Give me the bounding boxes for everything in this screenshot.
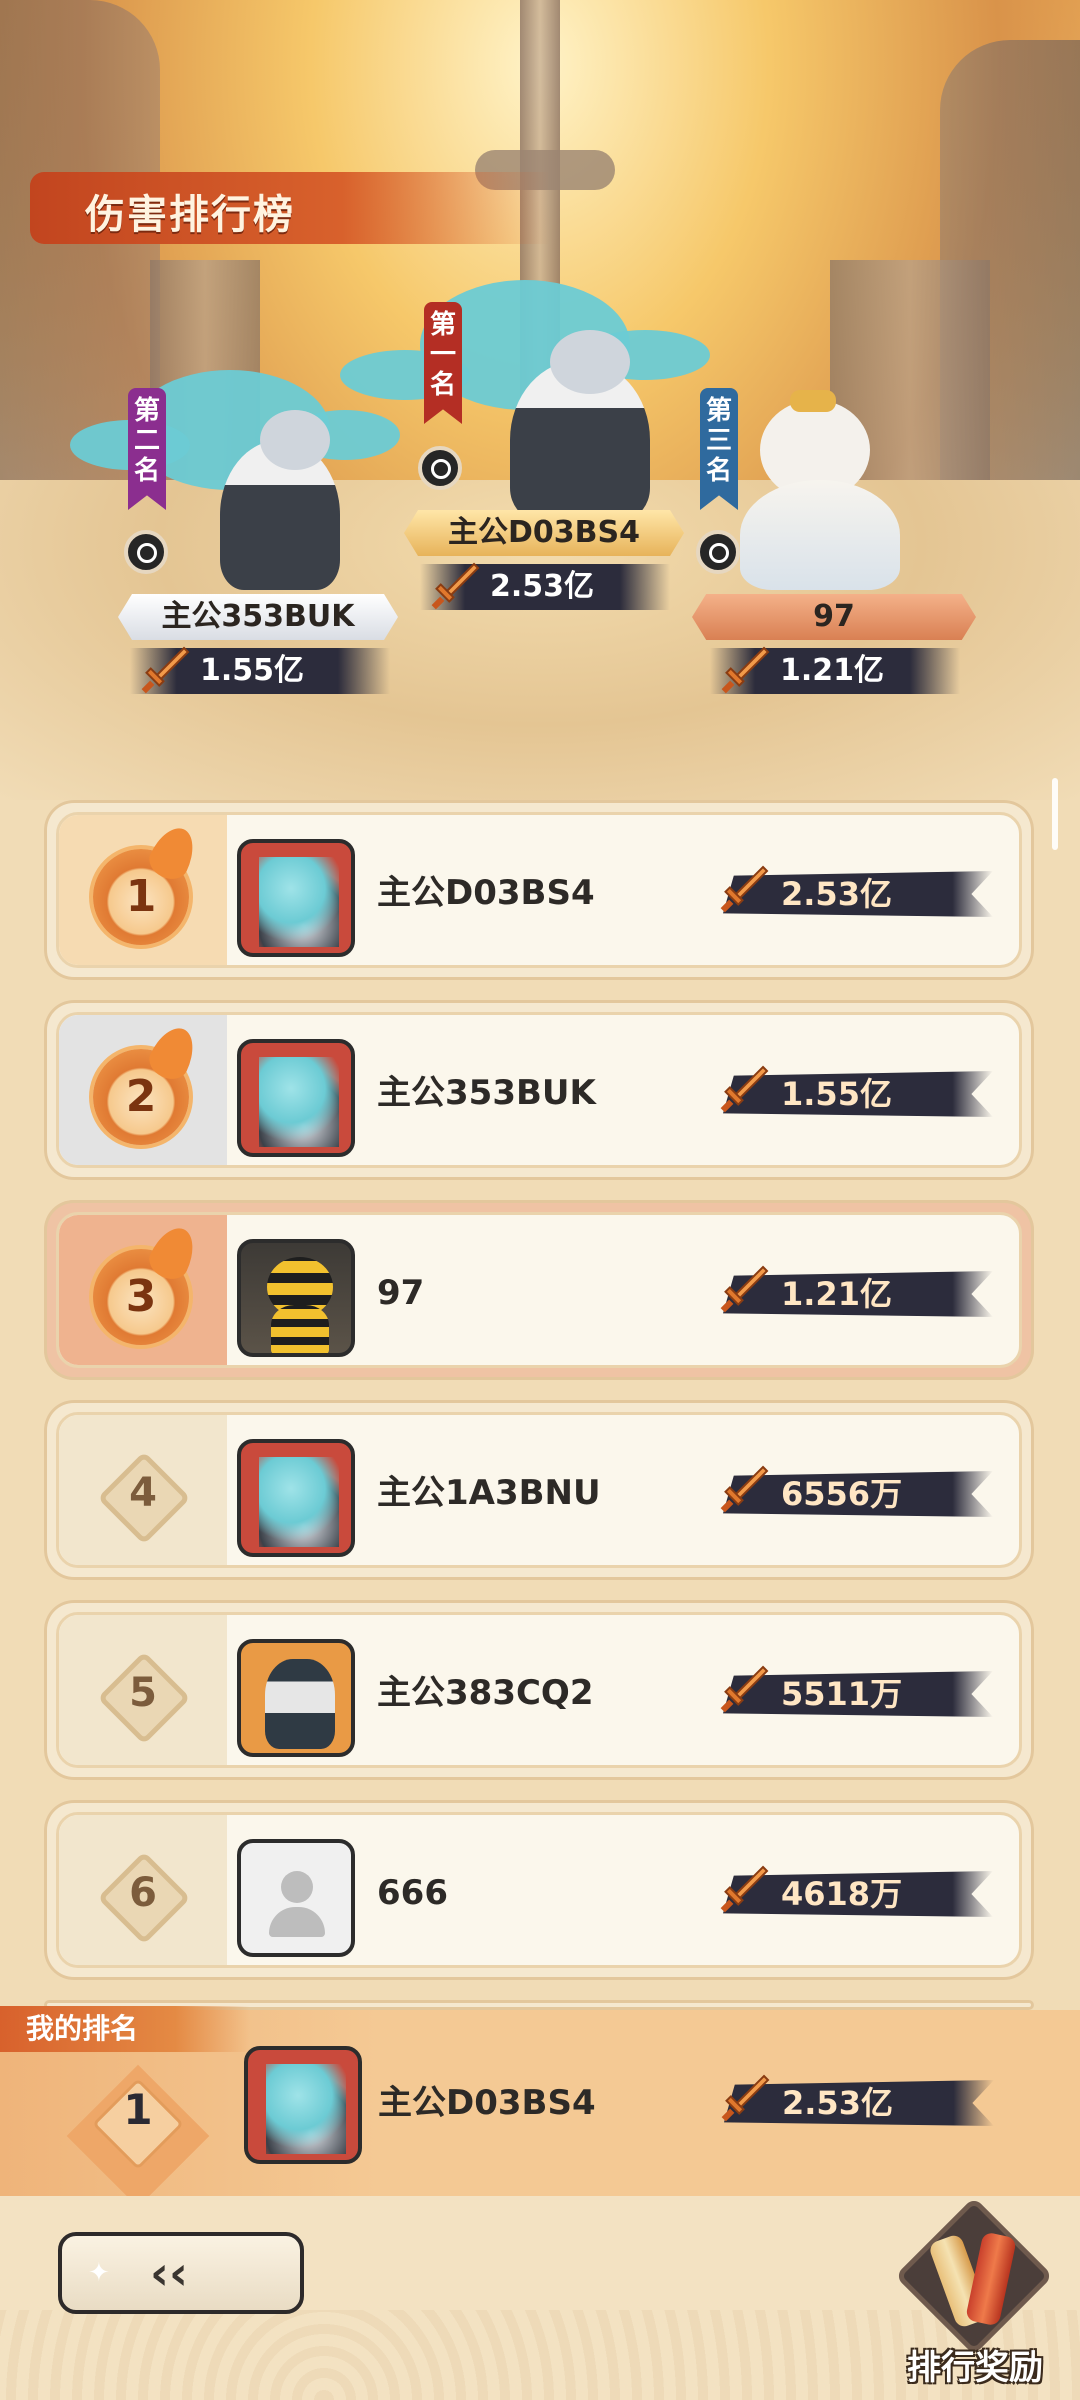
- podium-name-2nd: 主公353BUK: [118, 594, 398, 640]
- rank-cell: 1: [59, 815, 227, 965]
- sword-icon: [721, 646, 770, 694]
- player-name: 97: [377, 1273, 425, 1313]
- player-name: 666: [377, 1873, 448, 1913]
- sword-icon: [141, 646, 190, 694]
- inspect-3rd-magnifier-icon[interactable]: [696, 530, 740, 574]
- podium-character-1st[interactable]: [330, 270, 710, 530]
- ranking-row[interactable]: 6 666 4618万: [44, 1800, 1034, 1980]
- damage-score: 2.53亿: [720, 863, 1019, 923]
- damage-score: 1.21亿: [720, 1263, 1019, 1323]
- rank-flame-badge-icon: 1: [93, 849, 189, 945]
- ranking-row[interactable]: 4 主公1A3BNU 6556万: [44, 1400, 1034, 1580]
- sword-icon: [720, 1865, 769, 1913]
- rank-cell: 3: [59, 1215, 227, 1365]
- podium-score-3rd-text: 1.21亿: [780, 653, 885, 688]
- rank-cell: 5: [59, 1615, 227, 1765]
- damage-score: 6556万: [720, 1463, 1019, 1523]
- default-user-avatar-icon[interactable]: [237, 1839, 355, 1957]
- sword-icon: [720, 1665, 769, 1713]
- place-tag-2nd-text: 第二名: [134, 396, 161, 486]
- back-button[interactable]: ✦ ‹‹: [58, 2232, 304, 2314]
- podium-score-2nd-text: 1.55亿: [200, 653, 305, 688]
- avatar[interactable]: [237, 1039, 355, 1157]
- ranking-rewards-button[interactable]: 排行奖励: [890, 2196, 1060, 2396]
- rank-number: 6: [129, 1870, 157, 1916]
- ranking-row[interactable]: 2 主公353BUK 1.55亿: [44, 1000, 1034, 1180]
- my-score-value: 2.53亿: [782, 2084, 893, 2122]
- ranking-row[interactable]: 5 主公383CQ2 5511万: [44, 1600, 1034, 1780]
- sword-icon: [720, 1465, 769, 1513]
- place-tag-2nd: 第二名: [128, 388, 166, 510]
- player-name: 主公1A3BNU: [377, 1473, 601, 1513]
- inspect-2nd-magnifier-icon[interactable]: [124, 530, 168, 574]
- ranking-row[interactable]: 3 97 1.21亿: [44, 1200, 1034, 1380]
- damage-score: 4618万: [720, 1863, 1019, 1923]
- player-name: 主公383CQ2: [377, 1673, 594, 1713]
- damage-score: 5511万: [720, 1663, 1019, 1723]
- my-rank-number: 1: [123, 2085, 153, 2134]
- place-tag-1st: 第一名: [424, 302, 462, 424]
- place-tag-3rd-text: 第三名: [706, 396, 733, 486]
- title-ribbon: 伤害排行榜: [30, 172, 550, 244]
- ranking-row[interactable]: 1 主公D03BS4 2.53亿: [44, 800, 1034, 980]
- list-scrollbar[interactable]: [1052, 778, 1058, 850]
- score-value: 4618万: [781, 1875, 903, 1913]
- player-name: 主公353BUK: [377, 1073, 596, 1113]
- sword-icon: [431, 562, 480, 610]
- back-arrow-icon: ‹‹: [150, 2246, 188, 2300]
- podium-hero: 伤害排行榜 第二名 主公353BUK 1.55亿 第一名 主公D03BS4 2.…: [0, 0, 1080, 800]
- my-damage-score: 2.53亿: [721, 2072, 1034, 2132]
- sword-icon: [720, 865, 769, 913]
- player-name: 主公D03BS4: [377, 873, 595, 913]
- page-title: 伤害排行榜: [85, 192, 295, 238]
- my-player-name: 主公D03BS4: [378, 2083, 596, 2123]
- avatar[interactable]: [237, 1239, 355, 1357]
- rank-number: 1: [125, 871, 157, 922]
- score-value: 1.21亿: [781, 1275, 892, 1313]
- damage-score: 1.55亿: [720, 1063, 1019, 1123]
- podium-name-1st: 主公D03BS4: [404, 510, 684, 556]
- rank-flame-badge-icon: 3: [93, 1249, 189, 1345]
- score-value: 5511万: [781, 1675, 903, 1713]
- score-value: 1.55亿: [781, 1075, 892, 1113]
- sword-icon: [720, 1265, 769, 1313]
- rank-number: 4: [129, 1470, 157, 1516]
- avatar[interactable]: [237, 839, 355, 957]
- rank-number: 2: [125, 1071, 157, 1122]
- my-rank-bar[interactable]: 我的排名 1 主公D03BS4 2.53亿: [0, 2006, 1080, 2208]
- bottom-bar: ✦ ‹‹ 排行奖励: [0, 2196, 1080, 2400]
- place-tag-1st-text: 第一名: [430, 310, 457, 400]
- rank-number: 3: [125, 1271, 157, 1322]
- my-rank-label: 我的排名: [0, 2006, 250, 2052]
- inspect-1st-magnifier-icon[interactable]: [418, 446, 462, 490]
- score-value: 2.53亿: [781, 875, 892, 913]
- ranking-rewards-label: 排行奖励: [907, 2348, 1043, 2388]
- sword-icon: [720, 1065, 769, 1113]
- score-value: 6556万: [781, 1475, 903, 1513]
- sword-icon: [721, 2074, 770, 2122]
- place-tag-3rd: 第三名: [700, 388, 738, 510]
- podium-character-3rd[interactable]: [720, 390, 920, 600]
- rank-cell: 6: [59, 1815, 227, 1965]
- rank-number: 5: [129, 1670, 157, 1716]
- podium-score-1st-text: 2.53亿: [490, 569, 595, 604]
- avatar[interactable]: [237, 1439, 355, 1557]
- podium-name-3rd: 97: [692, 594, 976, 640]
- rank-flame-badge-icon: 2: [93, 1049, 189, 1145]
- rank-cell: 4: [59, 1415, 227, 1565]
- rank-cell: 2: [59, 1015, 227, 1165]
- sparkle-icon: ✦: [88, 2258, 110, 2288]
- avatar[interactable]: [237, 1639, 355, 1757]
- ranking-list[interactable]: 1 主公D03BS4 2.53亿 2 主公353BUK 1.55亿 3 97 1…: [0, 800, 1080, 2010]
- my-avatar[interactable]: [244, 2046, 362, 2164]
